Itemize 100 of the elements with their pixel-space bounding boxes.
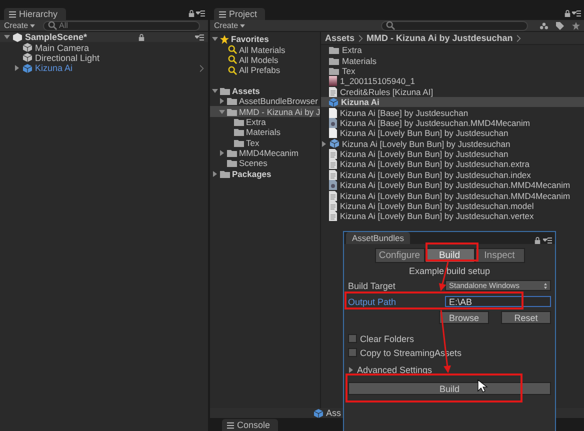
search-icon: [386, 21, 396, 30]
output-path-field[interactable]: E:\AB: [445, 296, 551, 307]
asset-item[interactable]: Kizuna Ai [Lovely Bun Bun] by Justdesuchan.MMD4Mecanim: [340, 190, 570, 201]
expanded-arrow-icon[interactable]: [4, 34, 10, 40]
asset-item[interactable]: Tex: [342, 66, 356, 76]
file-icon: [329, 108, 337, 118]
folder-label[interactable]: Packages: [232, 168, 272, 179]
folder-label[interactable]: Extra: [246, 116, 266, 127]
search-icon: [228, 66, 237, 75]
menu-icon[interactable]: [543, 237, 552, 244]
menu-icon[interactable]: [196, 10, 205, 17]
project-tab[interactable]: Project: [214, 8, 266, 20]
asset-item[interactable]: Credit&Rules [Kizuna AI]: [340, 86, 434, 97]
cube-icon: [329, 98, 338, 107]
console-tab[interactable]: Console: [222, 419, 278, 431]
cube-icon: [23, 53, 32, 62]
hierarchy-item[interactable]: Main Camera: [35, 42, 208, 53]
asset-item[interactable]: Extra: [342, 45, 362, 56]
build-button[interactable]: Build: [348, 382, 551, 395]
scene-icon: [13, 32, 22, 42]
asset-item[interactable]: Kizuna Ai [Lovely Bun Bun] by Justdesuchan: [340, 149, 508, 160]
asset-item[interactable]: Materials: [342, 56, 376, 66]
chevron-icon: [358, 34, 363, 42]
folder-label[interactable]: MMD4Mecanim: [239, 148, 299, 158]
lock-icon[interactable]: [188, 10, 195, 17]
expanded-arrow-icon[interactable]: [212, 36, 218, 42]
file-icon: [329, 128, 337, 138]
favorites-label[interactable]: Favorites: [231, 34, 269, 44]
collapsed-arrow-icon[interactable]: [219, 150, 225, 156]
highlight-frame: [426, 242, 478, 262]
window-title[interactable]: AssetBundles: [346, 232, 410, 244]
cube-icon: [23, 43, 32, 52]
star-icon: [220, 34, 229, 44]
folder-label[interactable]: Materials: [246, 127, 280, 138]
lock-icon[interactable]: [564, 10, 571, 17]
chevron-icon[interactable]: [200, 64, 204, 72]
collapsed-arrow-icon[interactable]: [321, 140, 327, 147]
asset-item[interactable]: Kizuna Ai [Lovely Bun Bun] by Justdesuchan.extra: [340, 159, 530, 170]
asset-item[interactable]: Kizuna Ai [Lovely Bun Bun] by Justdesuchan.model: [340, 201, 534, 212]
asset-item[interactable]: Kizuna Ai [Lovely Bun Bun] by Justdesuchan: [340, 128, 508, 138]
dropdown-caret-icon: [30, 24, 36, 28]
list-icon: [9, 10, 16, 18]
favorite-item[interactable]: All Materials: [239, 44, 286, 55]
checkbox[interactable]: [348, 334, 357, 343]
search-icon: [228, 45, 237, 54]
image-thumbnail: [329, 76, 337, 86]
updown-icon: [544, 282, 547, 288]
asset-item[interactable]: Kizuna Ai [Base] by Justdesuchan: [340, 108, 468, 118]
search-field[interactable]: [381, 20, 528, 30]
dropdown-caret-icon: [240, 24, 246, 28]
folder-label[interactable]: Scenes: [239, 158, 268, 168]
filter-icon[interactable]: [540, 22, 548, 30]
chevron-icon: [516, 34, 521, 42]
expanded-arrow-icon[interactable]: [219, 108, 225, 115]
hierarchy-item[interactable]: Directional Light: [35, 52, 208, 63]
menu-icon[interactable]: [194, 34, 204, 41]
favorite-item[interactable]: All Prefabs: [239, 65, 280, 76]
hierarchy-item[interactable]: Kizuna Ai: [35, 63, 197, 74]
search-field[interactable]: All: [43, 20, 200, 30]
collapsed-arrow-icon[interactable]: [14, 65, 20, 72]
asset-item[interactable]: Kizuna Ai [Base] by Justdesuchan.MMD4Mecanim: [340, 118, 530, 128]
checkbox-label[interactable]: Clear Folders: [360, 334, 414, 344]
console-icon: [227, 422, 234, 428]
create-dropdown[interactable]: Create: [214, 21, 246, 30]
favorite-item[interactable]: All Models: [239, 54, 278, 65]
collapsed-arrow-icon[interactable]: [348, 366, 354, 372]
collapsed-arrow-icon[interactable]: [212, 170, 218, 177]
asset-file-icon: [329, 180, 337, 190]
create-dropdown[interactable]: Create: [4, 21, 36, 30]
asset-item[interactable]: Kizuna Ai [Lovely Bun Bun] by Justdesuchan.MMD4Mecanim: [340, 180, 570, 190]
collapsed-arrow-icon[interactable]: [219, 98, 225, 104]
lock-icon[interactable]: [138, 34, 145, 41]
breadcrumb-item[interactable]: MMD - Kizuna Ai by Justdesuchan: [366, 33, 513, 43]
action-button[interactable]: Reset: [501, 311, 551, 324]
tab[interactable]: Configure: [374, 248, 424, 263]
asset-item[interactable]: Kizuna Ai [Lovely Bun Bun] by Justdesuchan: [342, 138, 510, 149]
folder-label[interactable]: Assets: [232, 86, 260, 96]
footer-path: Ass: [326, 408, 342, 418]
lock-icon[interactable]: [534, 237, 541, 244]
cube-icon: [330, 139, 339, 148]
subtitle: Example build setup: [408, 266, 492, 276]
asset-item[interactable]: Kizuna Ai: [341, 97, 380, 108]
asset-item[interactable]: 1_200115105940_1: [340, 76, 416, 86]
asset-item[interactable]: Kizuna Ai [Lovely Bun Bun] by Justdesuchan.index: [340, 170, 531, 180]
expanded-arrow-icon[interactable]: [212, 88, 218, 94]
menu-icon[interactable]: [572, 10, 581, 17]
search-icon: [48, 21, 58, 30]
asset-file-icon: [329, 118, 337, 128]
tab[interactable]: Inspect: [474, 248, 524, 263]
foldout-label[interactable]: Advanced Settings: [357, 364, 432, 374]
hierarchy-tab[interactable]: Hierarchy: [4, 8, 66, 20]
star-icon[interactable]: [572, 22, 580, 30]
folder-label[interactable]: AssetBundleBrowser: [239, 96, 318, 106]
search-icon: [228, 55, 237, 64]
cube-icon: [23, 64, 32, 73]
asset-item[interactable]: Kizuna Ai [Lovely Bun Bun] by Justdesuchan.vertex: [340, 211, 534, 222]
breadcrumb-item[interactable]: Assets: [325, 33, 355, 43]
checkbox[interactable]: [348, 348, 357, 357]
action-button[interactable]: Browse: [439, 311, 489, 324]
folder-label[interactable]: Tex: [246, 138, 260, 148]
